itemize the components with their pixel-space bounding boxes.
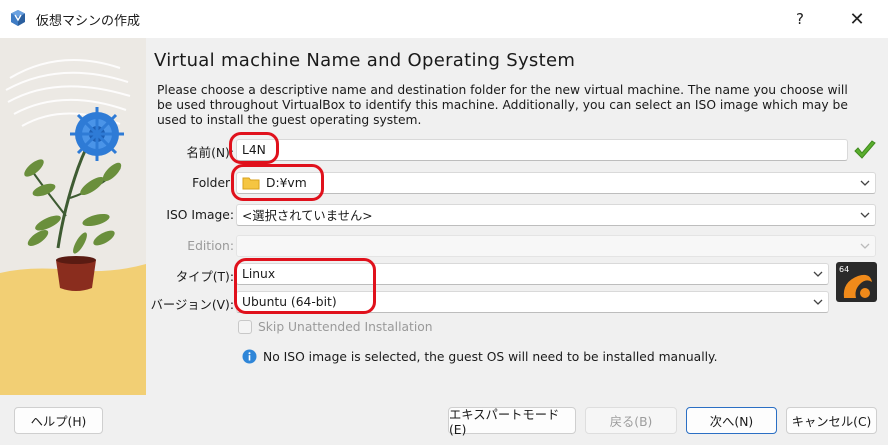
page-title: Virtual machine Name and Operating Syste… bbox=[154, 50, 576, 71]
name-value: L4N bbox=[242, 143, 266, 157]
folder-value: D:¥vm bbox=[266, 176, 307, 190]
version-select[interactable]: Ubuntu (64-bit) bbox=[236, 291, 829, 313]
os-logo-badge: 64 bbox=[839, 265, 849, 274]
chevron-down-icon bbox=[860, 180, 870, 186]
info-message: No ISO image is selected, the guest OS w… bbox=[242, 349, 717, 364]
chevron-down-icon bbox=[860, 243, 870, 249]
checkbox-box bbox=[238, 320, 252, 334]
name-input[interactable]: L4N bbox=[236, 139, 848, 161]
chevron-down-icon bbox=[813, 299, 823, 305]
question-icon: ? bbox=[796, 10, 804, 28]
cancel-button[interactable]: キャンセル(C) bbox=[786, 407, 877, 434]
info-icon bbox=[242, 349, 257, 364]
folder-icon bbox=[242, 177, 260, 190]
folder-select[interactable]: D:¥vm bbox=[236, 172, 876, 194]
os-type-icon: 64 bbox=[836, 262, 877, 302]
page-description: Please choose a descriptive name and des… bbox=[157, 83, 848, 127]
window-title: 仮想マシンの作成 bbox=[36, 14, 141, 29]
skip-unattended-checkbox: Skip Unattended Installation bbox=[238, 320, 433, 334]
version-label: バージョン(V): bbox=[150, 298, 234, 312]
close-window-button[interactable]: ✕ bbox=[834, 0, 880, 38]
chevron-down-icon bbox=[813, 271, 823, 277]
folder-label: Folder: bbox=[192, 176, 234, 190]
iso-image-value: <選択されていません> bbox=[242, 209, 373, 223]
edition-label: Edition: bbox=[187, 239, 234, 253]
type-label: タイプ(T): bbox=[175, 270, 234, 284]
virtualbox-icon bbox=[11, 10, 25, 26]
back-button: 戻る(B) bbox=[585, 407, 677, 434]
version-value: Ubuntu (64-bit) bbox=[242, 295, 337, 309]
help-title-button[interactable]: ? bbox=[777, 0, 823, 38]
close-icon: ✕ bbox=[849, 8, 865, 30]
next-button[interactable]: 次へ(N) bbox=[686, 407, 777, 434]
info-text: No ISO image is selected, the guest OS w… bbox=[263, 349, 718, 364]
edition-select bbox=[236, 235, 876, 257]
name-label: 名前(N): bbox=[186, 146, 234, 160]
help-button[interactable]: ヘルプ(H) bbox=[14, 407, 103, 434]
type-select[interactable]: Linux bbox=[236, 263, 829, 285]
iso-image-select[interactable]: <選択されていません> bbox=[236, 204, 876, 226]
valid-check-icon bbox=[854, 140, 876, 159]
title-bar: 仮想マシンの作成 ? ✕ bbox=[0, 0, 888, 38]
type-value: Linux bbox=[242, 267, 276, 281]
iso-image-label: ISO Image: bbox=[166, 208, 234, 222]
wizard-illustration bbox=[0, 38, 146, 395]
expert-mode-button[interactable]: エキスパートモード(E) bbox=[448, 407, 576, 437]
chevron-down-icon bbox=[860, 212, 870, 218]
skip-unattended-label: Skip Unattended Installation bbox=[258, 320, 433, 334]
